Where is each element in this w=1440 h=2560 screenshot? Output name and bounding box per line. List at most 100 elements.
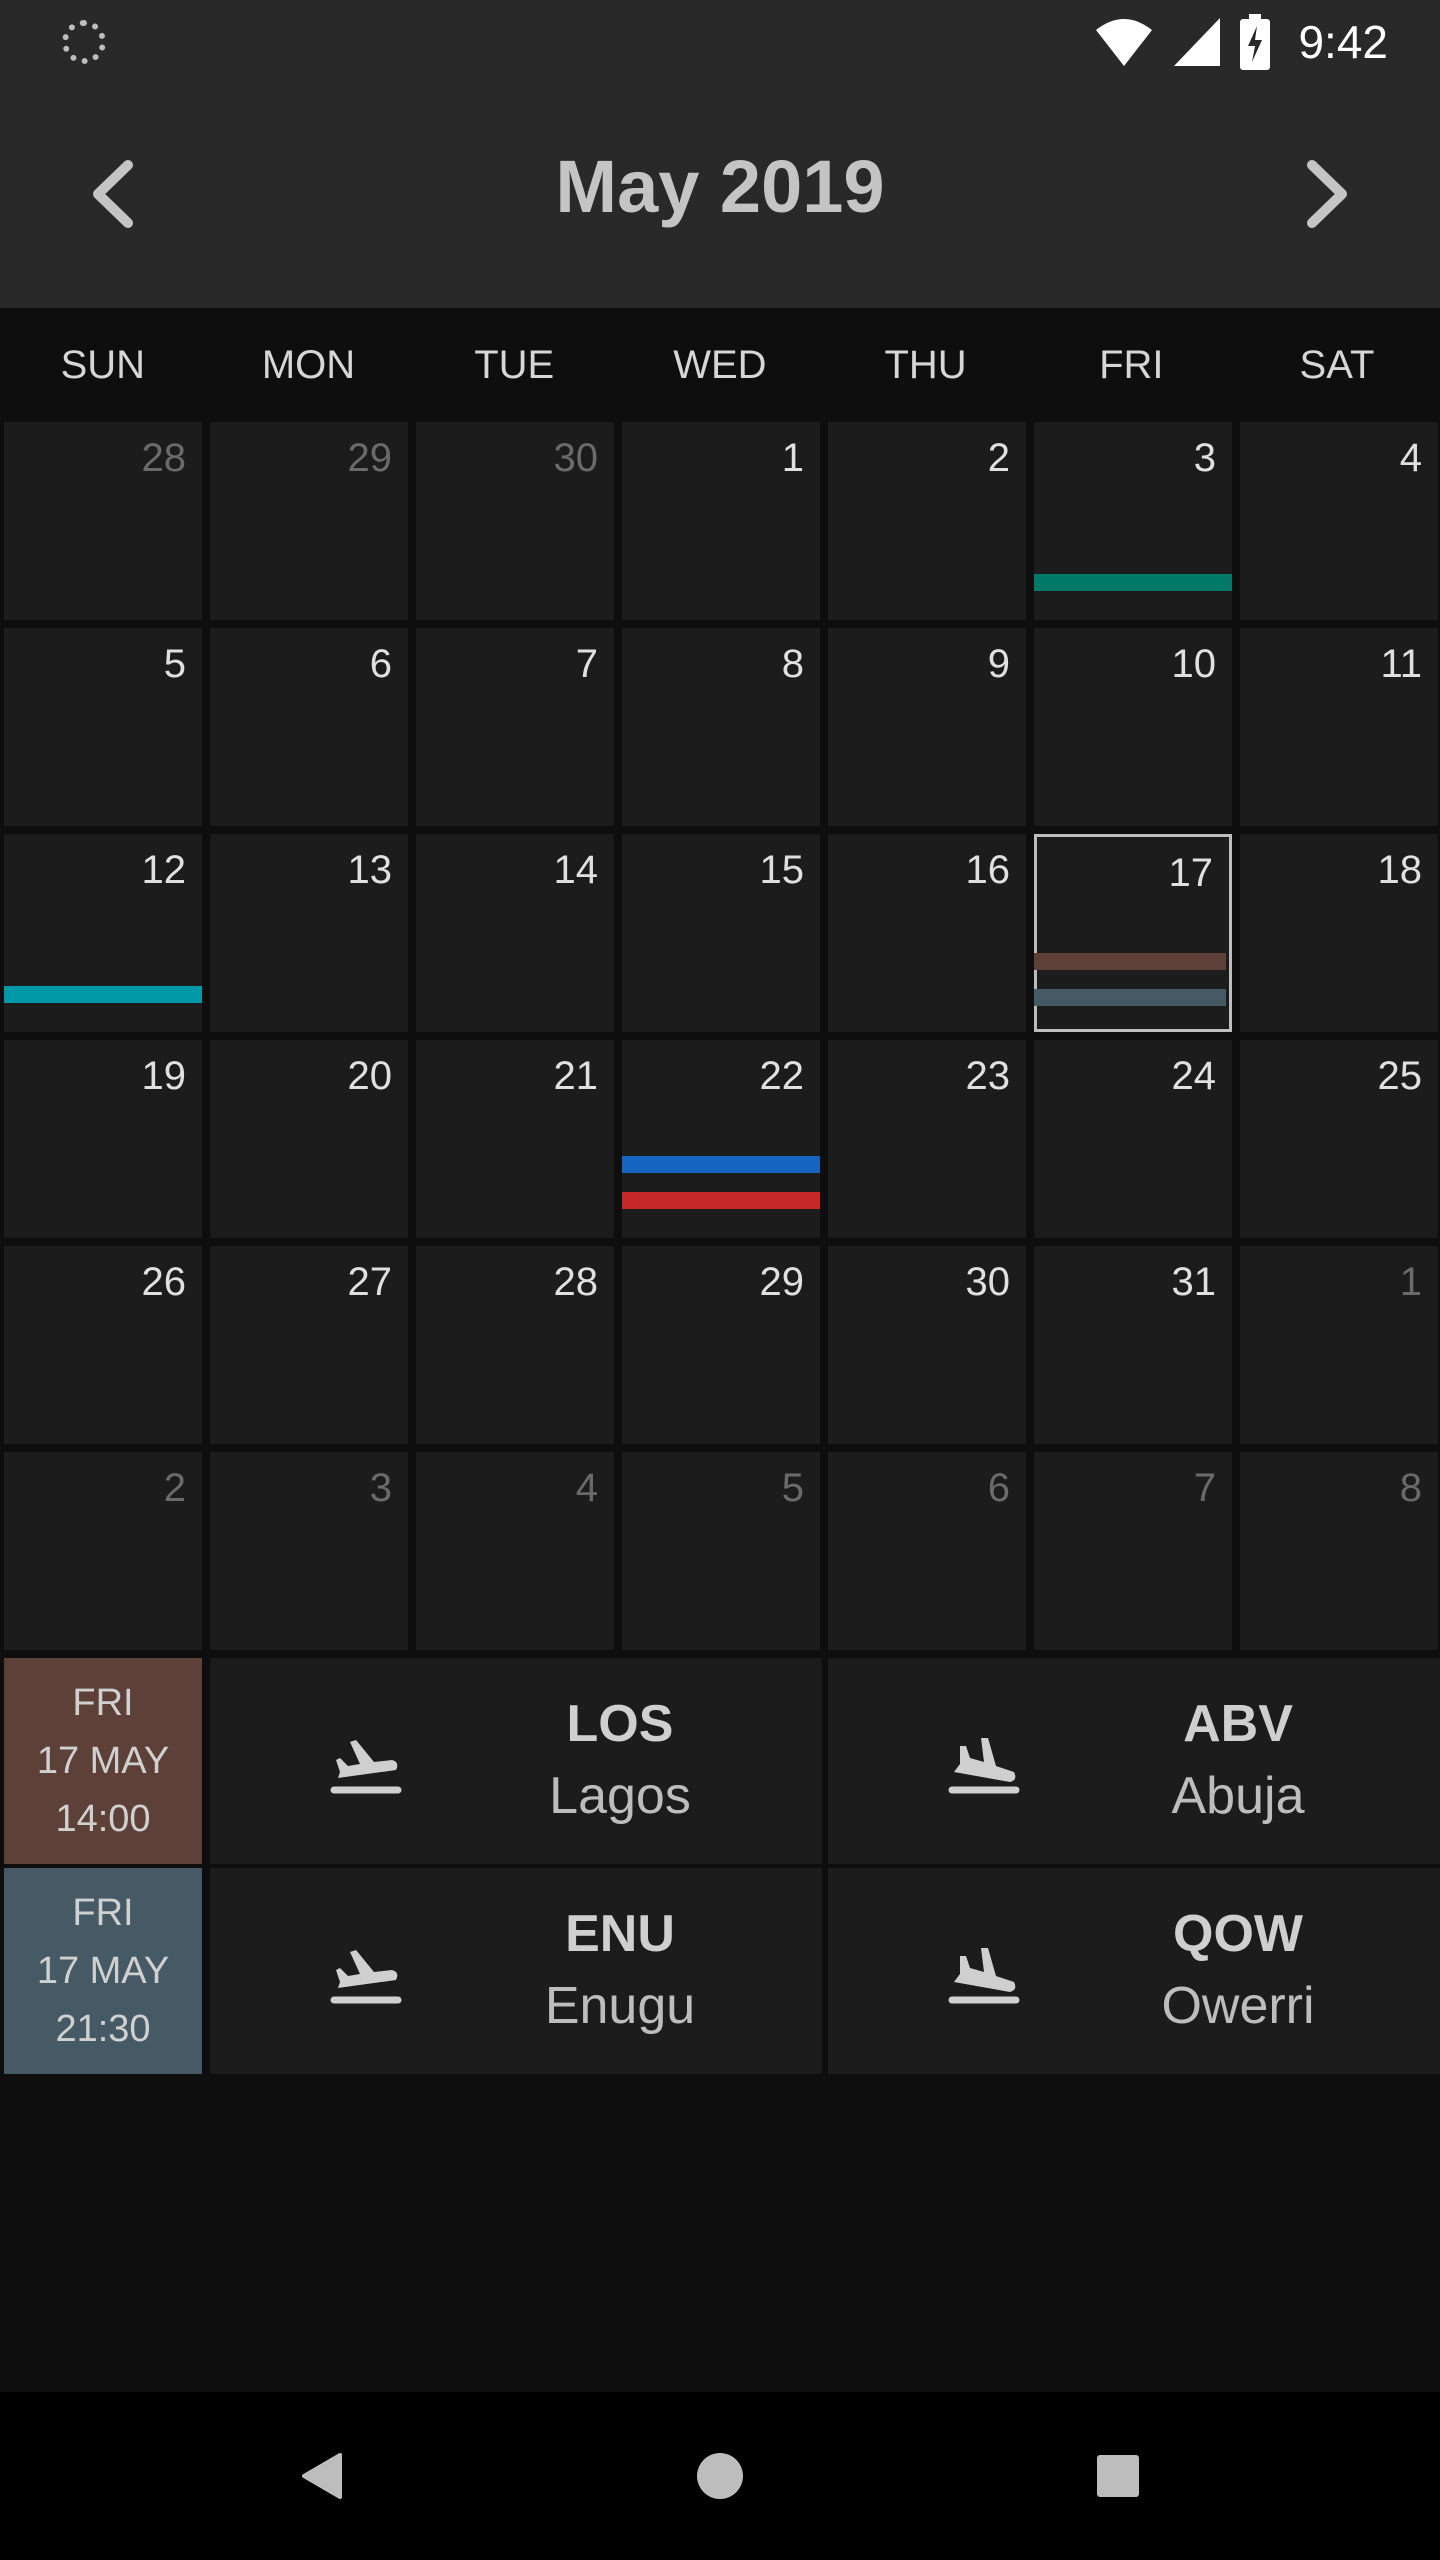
battery-charging-icon <box>1240 14 1271 70</box>
day-number: 27 <box>347 1260 393 1304</box>
day-number: 26 <box>141 1260 187 1304</box>
day-number: 4 <box>575 1466 598 1510</box>
home-icon <box>697 2453 743 2499</box>
day-number: 17 <box>1168 851 1214 895</box>
day-cell[interactable]: 3 <box>1034 422 1232 620</box>
day-cell[interactable]: 12 <box>4 834 202 1032</box>
day-cell[interactable]: 8 <box>1240 1452 1438 1650</box>
recents-button[interactable] <box>1078 2436 1158 2516</box>
day-cell[interactable]: 29 <box>210 422 408 620</box>
day-cell[interactable]: 1 <box>622 422 820 620</box>
day-cell[interactable]: 8 <box>622 628 820 826</box>
day-cell[interactable]: 27 <box>210 1246 408 1444</box>
status-icons: 9:42 <box>1094 14 1388 70</box>
day-cell[interactable]: 30 <box>416 422 614 620</box>
day-cell[interactable]: 5 <box>4 628 202 826</box>
day-cell-selected[interactable]: 17 <box>1034 834 1232 1032</box>
day-cell[interactable]: 11 <box>1240 628 1438 826</box>
day-cell[interactable]: 6 <box>828 1452 1026 1650</box>
day-number: 29 <box>347 436 393 480</box>
weekday-label: SAT <box>1299 343 1375 387</box>
day-number: 24 <box>1171 1054 1217 1098</box>
flight-item[interactable]: FRI 17 MAY 14:00 LOS Lagos ABV Abuja <box>0 1658 1440 1864</box>
day-cell[interactable]: 18 <box>1240 834 1438 1032</box>
day-number: 29 <box>759 1260 805 1304</box>
day-cell[interactable]: 10 <box>1034 628 1232 826</box>
event-indicator <box>622 1192 820 1209</box>
day-cell[interactable]: 7 <box>416 628 614 826</box>
day-number: 12 <box>141 848 187 892</box>
day-cell[interactable]: 16 <box>828 834 1026 1032</box>
home-button[interactable] <box>680 2436 760 2516</box>
next-month-button[interactable] <box>1288 154 1368 234</box>
day-cell[interactable]: 4 <box>416 1452 614 1650</box>
day-cell[interactable]: 14 <box>416 834 614 1032</box>
plane-departure-icon <box>330 1950 402 2004</box>
flight-date: 17 MAY <box>36 1740 170 1782</box>
day-number: 1 <box>781 436 804 480</box>
day-cell[interactable]: 30 <box>828 1246 1026 1444</box>
day-number: 2 <box>987 436 1010 480</box>
day-cell[interactable]: 28 <box>416 1246 614 1444</box>
day-cell[interactable]: 3 <box>210 1452 408 1650</box>
plane-departure-icon <box>330 1740 402 1794</box>
event-indicator <box>622 1156 820 1173</box>
day-cell[interactable]: 6 <box>210 628 408 826</box>
event-indicator <box>4 986 202 1003</box>
weekday-label: MON <box>261 343 356 387</box>
day-number: 6 <box>369 642 392 686</box>
day-cell[interactable]: 19 <box>4 1040 202 1238</box>
day-cell[interactable]: 24 <box>1034 1040 1232 1238</box>
day-cell[interactable]: 26 <box>4 1246 202 1444</box>
day-cell[interactable]: 1 <box>1240 1246 1438 1444</box>
day-cell[interactable]: 15 <box>622 834 820 1032</box>
day-cell[interactable]: 9 <box>828 628 1026 826</box>
day-number: 18 <box>1377 848 1423 892</box>
airport-city: Lagos <box>549 1767 691 1825</box>
day-cell[interactable]: 28 <box>4 422 202 620</box>
back-button[interactable] <box>282 2436 362 2516</box>
weekday-label: WED <box>673 343 767 387</box>
airport-city: Abuja <box>1171 1767 1305 1825</box>
arrival-airport[interactable]: ABV Abuja <box>828 1658 1440 1864</box>
weekday-label: FRI <box>1099 343 1164 387</box>
day-cell[interactable]: 31 <box>1034 1246 1232 1444</box>
day-cell[interactable]: 13 <box>210 834 408 1032</box>
wifi-icon <box>1096 19 1153 66</box>
flight-item[interactable]: FRI 17 MAY 21:30 ENU Enugu QOW Owerri <box>0 1868 1440 2074</box>
day-cell[interactable]: 21 <box>416 1040 614 1238</box>
departure-airport[interactable]: LOS Lagos <box>210 1658 822 1864</box>
arrival-airport[interactable]: QOW Owerri <box>828 1868 1440 2074</box>
day-number: 7 <box>575 642 598 686</box>
day-number: 5 <box>781 1466 804 1510</box>
day-cell[interactable]: 2 <box>828 422 1026 620</box>
day-number: 25 <box>1377 1054 1423 1098</box>
day-cell[interactable]: 5 <box>622 1452 820 1650</box>
flight-date-badge: FRI 17 MAY 14:00 <box>4 1658 202 1864</box>
day-cell[interactable]: 2 <box>4 1452 202 1650</box>
day-cell[interactable]: 22 <box>622 1040 820 1238</box>
day-cell[interactable]: 20 <box>210 1040 408 1238</box>
day-cell[interactable]: 29 <box>622 1246 820 1444</box>
day-cell[interactable]: 7 <box>1034 1452 1232 1650</box>
flight-time: 21:30 <box>55 2008 151 2050</box>
sync-icon <box>62 20 106 64</box>
clock-time: 9:42 <box>1298 16 1388 68</box>
day-cell[interactable]: 25 <box>1240 1040 1438 1238</box>
day-number: 11 <box>1380 642 1422 686</box>
flight-day: FRI <box>72 1892 134 1934</box>
weekday-label: SUN <box>60 343 146 387</box>
day-number: 23 <box>965 1054 1011 1098</box>
day-number: 13 <box>347 848 393 892</box>
day-number: 31 <box>1171 1260 1217 1304</box>
day-number: 2 <box>163 1466 186 1510</box>
day-cell[interactable]: 4 <box>1240 422 1438 620</box>
day-number: 10 <box>1171 642 1217 686</box>
day-number: 21 <box>553 1054 599 1098</box>
event-indicator <box>1034 953 1226 970</box>
day-cell[interactable]: 23 <box>828 1040 1026 1238</box>
weekday-label: TUE <box>474 343 555 387</box>
weekday-label: THU <box>884 343 967 387</box>
day-number: 3 <box>1193 436 1216 480</box>
departure-airport[interactable]: ENU Enugu <box>210 1868 822 2074</box>
